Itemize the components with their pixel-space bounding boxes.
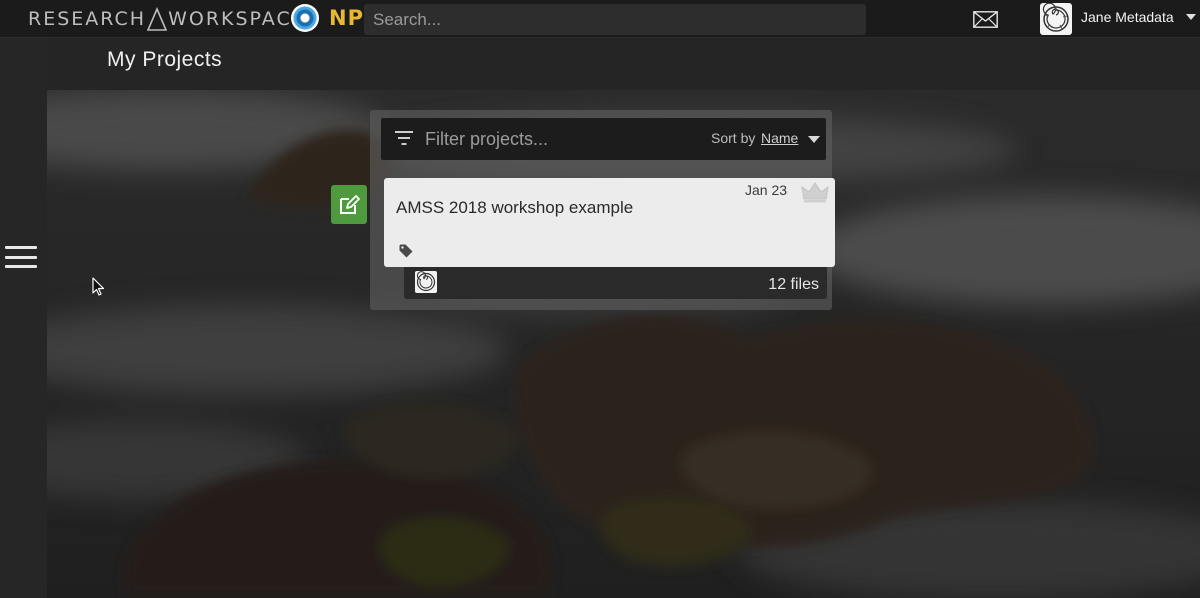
filter-projects-input[interactable] (425, 125, 685, 153)
caret-down-icon[interactable] (808, 136, 820, 143)
file-count: 12 files (768, 276, 819, 293)
partner-logo-text: NP (329, 6, 364, 30)
project-card[interactable]: Jan 23 AMSS 2018 workshop example (384, 178, 835, 267)
logo-text-workspace: WORKSPACE (168, 8, 306, 30)
crown-icon (801, 182, 829, 203)
user-name[interactable]: Jane Metadata (1081, 9, 1174, 25)
filter-bar: Sort by Name (381, 118, 826, 160)
filter-icon (395, 131, 413, 145)
globe-icon (291, 4, 319, 32)
edit-icon (340, 194, 360, 214)
logo-text-research: RESEARCH (28, 8, 147, 30)
owner-avatar (415, 271, 437, 293)
mouse-cursor-icon (92, 277, 105, 296)
mail-icon[interactable] (973, 11, 998, 28)
caret-down-icon[interactable] (1186, 14, 1196, 20)
project-title[interactable]: AMSS 2018 workshop example (396, 198, 633, 218)
left-sidebar (0, 38, 47, 598)
delta-icon (147, 7, 168, 31)
tag-icon[interactable] (399, 244, 413, 258)
new-project-button[interactable] (331, 185, 367, 224)
project-card-footer: 12 files (404, 267, 827, 299)
hamburger-icon[interactable] (5, 246, 37, 268)
search-input[interactable] (364, 4, 866, 35)
page-header: My Projects (47, 38, 1200, 90)
project-date: Jan 23 (745, 182, 788, 198)
nautilus-avatar-icon[interactable] (1040, 3, 1072, 35)
top-navigation-bar: RESEARCH WORKSPACE NPPR Jane Metadata (0, 0, 1200, 38)
nautilus-avatar-icon (416, 271, 436, 292)
sort-by-dropdown[interactable]: Name (761, 130, 798, 146)
page-title: My Projects (107, 48, 223, 71)
sort-label: Sort by (711, 130, 756, 146)
research-workspace-logo[interactable]: RESEARCH WORKSPACE (28, 6, 306, 32)
